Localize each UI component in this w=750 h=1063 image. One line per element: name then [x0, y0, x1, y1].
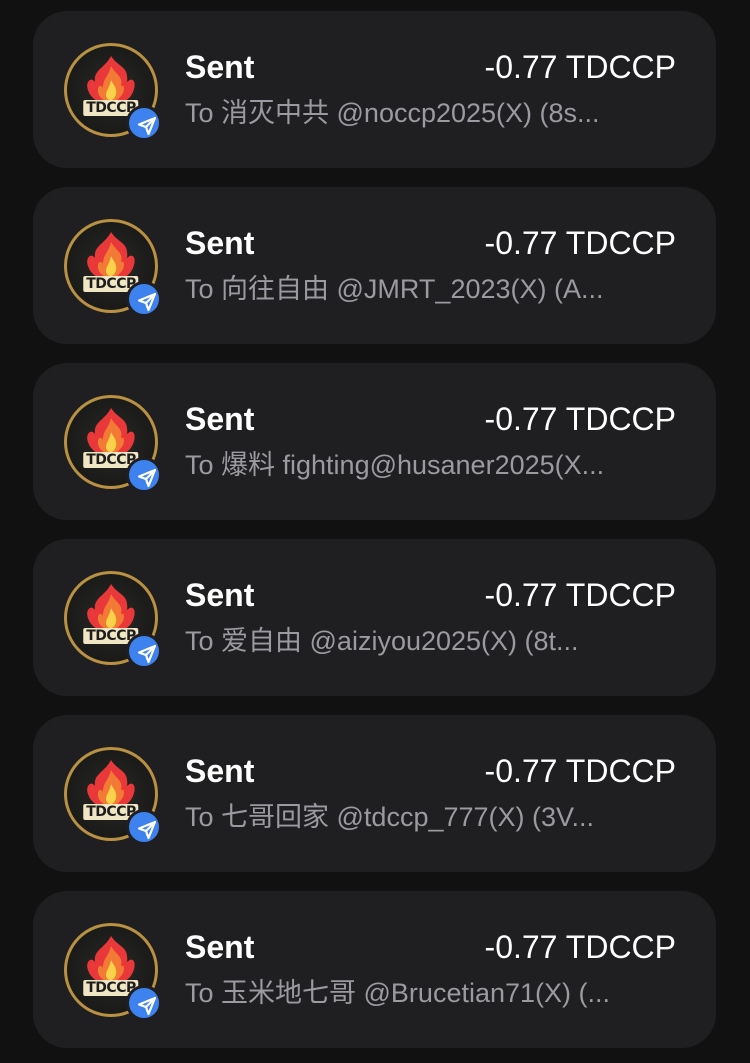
transaction-list: TDCCP Sent -0.77 TDCCP To 消灭中共 @noccp202… [0, 0, 750, 1063]
token-avatar: TDCCP [64, 219, 162, 317]
transaction-item[interactable]: TDCCP Sent -0.77 TDCCP To 七哥回家 @tdccp_77… [33, 715, 716, 872]
transaction-recipient: To 消灭中共 @noccp2025(X) (8s... [185, 98, 600, 128]
send-arrow-icon [126, 105, 162, 141]
transaction-amount: -0.77 TDCCP [484, 49, 676, 85]
transaction-amount: -0.77 TDCCP [484, 577, 676, 613]
transaction-item[interactable]: TDCCP Sent -0.77 TDCCP To 爆料 fighting@hu… [33, 363, 716, 520]
transaction-amount: -0.77 TDCCP [484, 401, 676, 437]
transaction-recipient: To 玉米地七哥 @Brucetian71(X) (... [185, 978, 611, 1008]
transaction-status: Sent [185, 401, 255, 437]
send-arrow-icon [126, 985, 162, 1021]
send-arrow-icon [126, 457, 162, 493]
transaction-amount: -0.77 TDCCP [484, 753, 676, 789]
send-arrow-icon [126, 809, 162, 845]
transaction-item[interactable]: TDCCP Sent -0.77 TDCCP To 玉米地七哥 @Bruceti… [33, 891, 716, 1048]
token-avatar: TDCCP [64, 747, 162, 845]
transaction-status: Sent [185, 577, 255, 613]
send-arrow-icon [126, 633, 162, 669]
transaction-status: Sent [185, 929, 255, 965]
token-avatar: TDCCP [64, 395, 162, 493]
transaction-amount: -0.77 TDCCP [484, 225, 676, 261]
send-arrow-icon [126, 281, 162, 317]
transaction-recipient: To 爆料 fighting@husaner2025(X... [185, 450, 605, 480]
transaction-recipient: To 向往自由 @JMRT_2023(X) (A... [185, 274, 604, 304]
token-avatar: TDCCP [64, 923, 162, 1021]
token-avatar: TDCCP [64, 571, 162, 669]
transaction-recipient: To 七哥回家 @tdccp_777(X) (3V... [185, 802, 595, 832]
transaction-status: Sent [185, 753, 255, 789]
transaction-status: Sent [185, 49, 255, 85]
transaction-item[interactable]: TDCCP Sent -0.77 TDCCP To 向往自由 @JMRT_202… [33, 187, 716, 344]
transaction-recipient: To 爱自由 @aiziyou2025(X) (8t... [185, 626, 579, 656]
transaction-status: Sent [185, 225, 255, 261]
transaction-item[interactable]: TDCCP Sent -0.77 TDCCP To 爱自由 @aiziyou20… [33, 539, 716, 696]
token-avatar: TDCCP [64, 43, 162, 141]
transaction-amount: -0.77 TDCCP [484, 929, 676, 965]
transaction-item[interactable]: TDCCP Sent -0.77 TDCCP To 消灭中共 @noccp202… [33, 11, 716, 168]
